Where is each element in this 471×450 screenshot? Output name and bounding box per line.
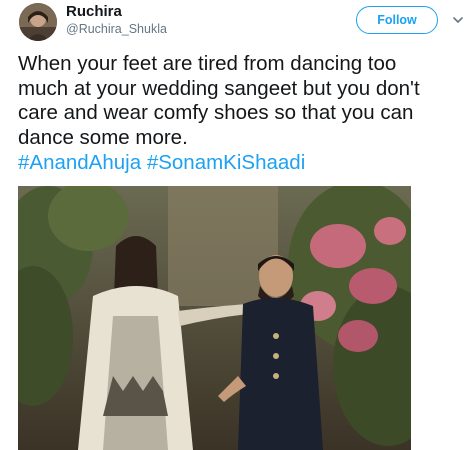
tweet-photo[interactable] bbox=[18, 186, 411, 450]
user-handle[interactable]: @Ruchira_Shukla bbox=[66, 22, 167, 37]
chevron-down-icon[interactable] bbox=[451, 12, 465, 23]
hashtag-row: #AnandAhuja #SonamKiShaadi bbox=[18, 151, 305, 176]
tweet-text-line: much at your wedding sangeet but you don… bbox=[18, 76, 420, 100]
tweet-text-line: When your feet are tired from dancing to… bbox=[18, 52, 397, 75]
tweet-card: Ruchira @Ruchira_Shukla Follow When your… bbox=[0, 0, 471, 450]
hashtag-link[interactable]: #SonamKiShaadi bbox=[147, 151, 305, 174]
tweet-text-line: dance some more. bbox=[18, 125, 188, 149]
user-display-name[interactable]: Ruchira bbox=[66, 3, 122, 21]
tweet-text: When your feet are tired from dancing to… bbox=[18, 52, 463, 150]
avatar[interactable] bbox=[19, 3, 57, 41]
follow-button[interactable]: Follow bbox=[356, 6, 438, 34]
tweet-text-line: care and wear comfy shoes so that you ca… bbox=[18, 101, 414, 124]
hashtag-link[interactable]: #AnandAhuja bbox=[18, 151, 141, 174]
